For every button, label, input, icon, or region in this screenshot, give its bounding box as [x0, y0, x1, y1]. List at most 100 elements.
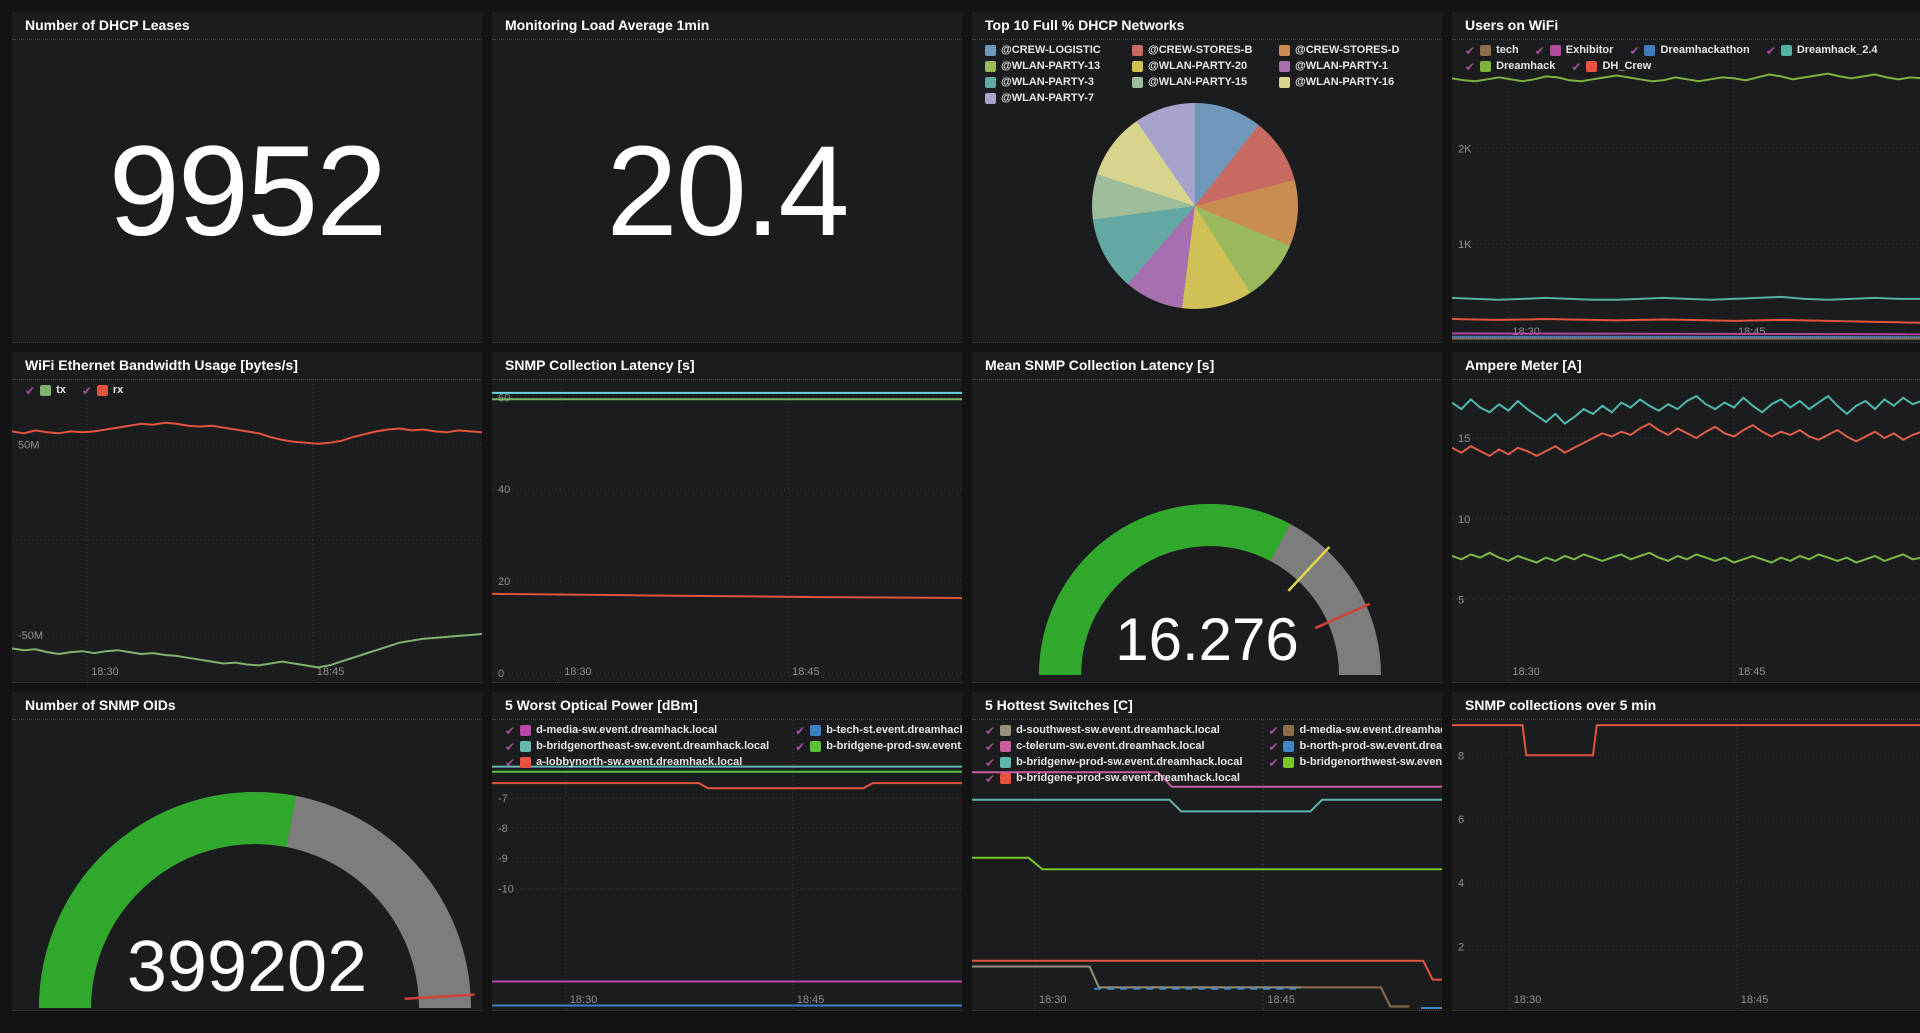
legend-label: b-bridgene-prod-sw.event.dreamhack.local: [826, 739, 962, 754]
legend-item[interactable]: ✔DH_Crew: [1571, 59, 1651, 74]
legend-label: tx: [56, 383, 66, 398]
series-line: [492, 594, 962, 598]
legend-swatch: [1000, 741, 1011, 752]
legend-swatch: [1550, 45, 1561, 56]
check-icon: ✔: [1535, 45, 1545, 57]
svg-text:-9: -9: [498, 853, 508, 865]
legend-swatch: [810, 741, 821, 752]
panel-title[interactable]: SNMP collections over 5 min: [1452, 692, 1920, 720]
check-icon: ✔: [505, 725, 515, 737]
legend-item[interactable]: ✔b-bridgenorthwest-sw.event.dreamhack.lo…: [1268, 755, 1442, 770]
legend-label: b-bridgene-prod-sw.event.dreamhack.local: [1016, 771, 1240, 786]
legend-item[interactable]: ✔Dreamhackathon: [1629, 43, 1749, 58]
svg-text:18:30: 18:30: [1514, 994, 1542, 1006]
legend-item[interactable]: ✔d-southwest-sw.event.dreamhack.local: [985, 723, 1242, 738]
legend-swatch: [1279, 45, 1290, 56]
legend-label: b-tech-st.event.dreamhack.local: [826, 723, 962, 738]
legend-swatch: [1279, 77, 1290, 88]
legend-item[interactable]: @WLAN-PARTY-7: [985, 91, 1132, 106]
check-icon: ✔: [1629, 45, 1639, 57]
legend-item[interactable]: @WLAN-PARTY-20: [1132, 59, 1279, 74]
legend-item[interactable]: ✔b-bridgenortheast-sw.event.dreamhack.lo…: [505, 739, 769, 754]
series-line: [1452, 424, 1920, 456]
legend-swatch: [1480, 45, 1491, 56]
panel-title[interactable]: Number of DHCP Leases: [12, 12, 482, 40]
panel-title[interactable]: SNMP Collection Latency [s]: [492, 352, 962, 380]
panel-title[interactable]: Mean SNMP Collection Latency [s]: [972, 352, 1442, 380]
legend-label: d-media-sw.event.dreamhack.local: [1299, 723, 1442, 738]
panel-title[interactable]: Top 10 Full % DHCP Networks: [972, 12, 1442, 40]
check-icon: ✔: [1465, 61, 1475, 73]
svg-text:18:45: 18:45: [792, 666, 820, 678]
gauge-value: 16.276: [972, 605, 1442, 674]
legend-item[interactable]: @CREW-STORES-D: [1279, 43, 1426, 58]
panel-title[interactable]: Number of SNMP OIDs: [12, 692, 482, 720]
legend-item[interactable]: ✔b-north-prod-sw.event.dreamhack.local: [1268, 739, 1442, 754]
svg-text:6: 6: [1458, 814, 1464, 826]
svg-text:-50M: -50M: [18, 630, 43, 642]
panel-title[interactable]: WiFi Ethernet Bandwidth Usage [bytes/s]: [12, 352, 482, 380]
panel-snmp-oids: Number of SNMP OIDs 399202: [12, 692, 482, 1011]
pie-legend: @CREW-LOGISTIC@CREW-STORES-B@CREW-STORES…: [985, 43, 1438, 106]
svg-text:-7: -7: [498, 793, 508, 805]
legend-swatch: [1132, 61, 1143, 72]
panel-title[interactable]: 5 Worst Optical Power [dBm]: [492, 692, 962, 720]
check-icon: ✔: [1766, 45, 1776, 57]
legend-swatch: [1283, 757, 1294, 768]
legend-swatch: [1781, 45, 1792, 56]
legend-item[interactable]: @CREW-LOGISTIC: [985, 43, 1132, 58]
legend-swatch: [520, 757, 531, 768]
legend-item[interactable]: ✔b-bridgenw-prod-sw.event.dreamhack.loca…: [985, 755, 1242, 770]
svg-text:-10: -10: [498, 883, 514, 895]
legend-item[interactable]: ✔Dreamhack_2.4: [1766, 43, 1878, 58]
series-line: [492, 783, 962, 788]
legend-item[interactable]: @WLAN-PARTY-15: [1132, 75, 1279, 90]
check-icon: ✔: [1268, 741, 1278, 753]
svg-text:10: 10: [1458, 514, 1470, 526]
legend-item[interactable]: @WLAN-PARTY-1: [1279, 59, 1426, 74]
legend-item[interactable]: ✔b-bridgene-prod-sw.event.dreamhack.loca…: [795, 739, 962, 754]
legend-label: tech: [1496, 43, 1519, 58]
legend-item[interactable]: ✔a-lobbynorth-sw.event.dreamhack.local: [505, 755, 769, 770]
panel-title[interactable]: Users on WiFi: [1452, 12, 1920, 40]
series-legend: ✔d-southwest-sw.event.dreamhack.local✔d-…: [985, 723, 1438, 786]
check-icon: ✔: [505, 741, 515, 753]
panel-title[interactable]: Monitoring Load Average 1min: [492, 12, 962, 40]
legend-swatch: [40, 385, 51, 396]
svg-text:5: 5: [1458, 595, 1464, 607]
legend-item[interactable]: ✔rx: [82, 383, 123, 398]
series-line: [1452, 74, 1920, 82]
series-line: [972, 858, 1442, 870]
check-icon: ✔: [505, 757, 515, 769]
svg-text:8: 8: [1458, 750, 1464, 762]
legend-item[interactable]: @WLAN-PARTY-16: [1279, 75, 1426, 90]
panel-mean-latency: Mean SNMP Collection Latency [s] 16.276: [972, 352, 1442, 683]
legend-item[interactable]: ✔ b-bridgene-prod-sw.event.dreamhack.loca…: [985, 771, 1242, 786]
panel-title[interactable]: 5 Hottest Switches [C]: [972, 692, 1442, 720]
legend-item[interactable]: ✔tech: [1465, 43, 1519, 58]
legend-item[interactable]: ✔d-media-sw.event.dreamhack.local: [505, 723, 769, 738]
check-icon: ✔: [985, 773, 995, 785]
legend-item[interactable]: ✔Exhibitor: [1535, 43, 1614, 58]
legend-item[interactable]: @WLAN-PARTY-3: [985, 75, 1132, 90]
users-wifi-chart: 2K1K18:3018:45: [1452, 40, 1920, 342]
series-line: [1452, 396, 1920, 424]
series-line: [972, 800, 1442, 812]
panel-title[interactable]: Ampere Meter [A]: [1452, 352, 1920, 380]
svg-text:18:30: 18:30: [91, 666, 119, 678]
panel-optical-power: 5 Worst Optical Power [dBm] ✔d-media-sw.…: [492, 692, 962, 1011]
legend-item[interactable]: @WLAN-PARTY-13: [985, 59, 1132, 74]
legend-item[interactable]: ✔c-telerum-sw.event.dreamhack.local: [985, 739, 1242, 754]
legend-swatch: [97, 385, 108, 396]
stat-value: 20.4: [492, 40, 962, 342]
series-legend: ✔d-media-sw.event.dreamhack.local✔b-tech…: [505, 723, 958, 770]
legend-item[interactable]: ✔b-tech-st.event.dreamhack.local: [795, 723, 962, 738]
legend-item[interactable]: ✔Dreamhack: [1465, 59, 1555, 74]
legend-item[interactable]: ✔tx: [25, 383, 66, 398]
legend-item[interactable]: ✔d-media-sw.event.dreamhack.local: [1268, 723, 1442, 738]
svg-text:18:45: 18:45: [1267, 994, 1295, 1006]
legend-item[interactable]: @CREW-STORES-B: [1132, 43, 1279, 58]
svg-text:20: 20: [498, 576, 510, 588]
svg-text:18:45: 18:45: [1738, 666, 1766, 678]
panel-hottest-switches: 5 Hottest Switches [C] ✔d-southwest-sw.e…: [972, 692, 1442, 1011]
